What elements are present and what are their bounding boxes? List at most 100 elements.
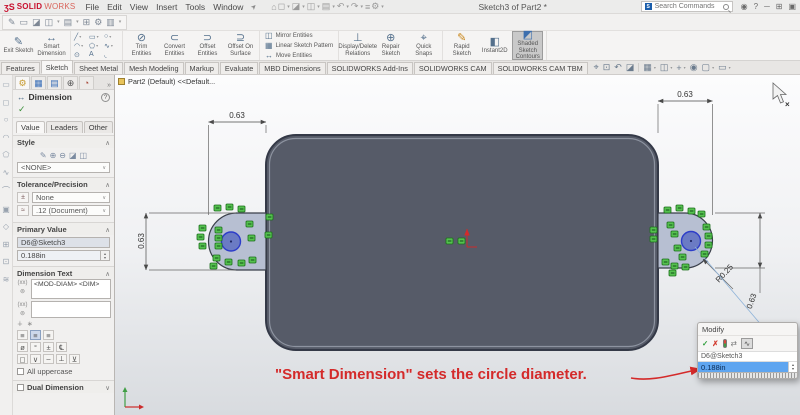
search-input[interactable]	[655, 3, 720, 10]
options-gear-icon[interactable]: ⚙	[371, 1, 379, 12]
square-symbol-button[interactable]: ◻	[17, 354, 28, 364]
point-tool[interactable]: ⊙	[74, 51, 89, 59]
text-tool[interactable]: A	[89, 51, 104, 58]
tab-dimxpert-manager[interactable]: ▤	[47, 76, 62, 89]
tab-sheet-metal[interactable]: Sheet Metal	[74, 62, 123, 74]
chevron-down-icon[interactable]: ▾	[381, 4, 384, 10]
save-as-icon[interactable]: ◫	[45, 17, 54, 28]
cascade-windows-icon[interactable]: ▣	[788, 2, 796, 11]
collapse-chevron-icon[interactable]: ∧	[105, 181, 110, 189]
justify-right-button[interactable]: ≡	[43, 330, 54, 340]
rebuild-icon[interactable]	[723, 339, 727, 348]
properties-icon[interactable]: ≡	[365, 2, 370, 12]
all-uppercase-checkbox[interactable]	[17, 368, 24, 375]
chevron-down-icon[interactable]: ▾	[670, 65, 672, 70]
view-settings-icon[interactable]: ▥	[106, 17, 115, 28]
modify-dialog[interactable]: Modify ✓ ✗ ⇄ ∿ D6@Sketch3 0.188in ▴ ▾	[697, 322, 798, 379]
apply-scene-icon[interactable]: ▢	[702, 62, 711, 73]
print-icon[interactable]: ▤	[322, 1, 331, 12]
style-load-icon[interactable]: ◫	[80, 151, 88, 160]
side-tool-icon[interactable]: ∿	[3, 168, 10, 177]
counterbore-symbol-button[interactable]: ⌣	[43, 354, 54, 364]
dimension-text-section-header[interactable]: Dimension Text ∧	[13, 266, 114, 279]
chevron-down-icon[interactable]: ▾	[76, 19, 79, 25]
style-save-icon[interactable]: ◪	[69, 151, 77, 160]
search-commands-box[interactable]: S	[641, 1, 733, 12]
instant2d-button[interactable]: ◧ Instant2D	[479, 31, 510, 60]
line-tool[interactable]: ╱▾	[74, 33, 89, 41]
window-layout-icon[interactable]: ⊞	[776, 2, 783, 11]
previous-view-icon[interactable]: ↶	[614, 62, 622, 73]
dimension-value-field[interactable]: 0.188in	[17, 250, 101, 261]
move-entities-button[interactable]: ↔Move Entities	[265, 51, 333, 60]
dimension-text-input[interactable]: <MOD-DIAM> <DIM>	[31, 279, 111, 299]
style-new-icon[interactable]: ✎	[40, 151, 47, 160]
modify-value-spinner[interactable]: ▴ ▾	[788, 362, 797, 372]
repair-sketch-button[interactable]: ⊕ Repair Sketch	[375, 31, 406, 60]
tab-evaluate[interactable]: Evaluate	[220, 62, 258, 74]
undo-icon[interactable]: ↶	[337, 1, 345, 12]
redo-icon[interactable]: ↷	[351, 1, 359, 12]
plus-minus-symbol-button[interactable]: ±	[43, 342, 54, 352]
countersink-symbol-button[interactable]: ∨	[30, 354, 41, 364]
tab-property-manager[interactable]: ⚙	[15, 76, 30, 89]
style-add-icon[interactable]: ⊕	[50, 151, 57, 160]
modify-value-input[interactable]: 0.188in	[698, 362, 788, 372]
dimension-text-secondary-input[interactable]	[31, 301, 111, 318]
search-icon[interactable]	[723, 4, 729, 10]
tab-features[interactable]: Features	[1, 62, 40, 74]
smart-dimension-button[interactable]: ↔ Smart Dimension	[36, 31, 67, 60]
tab-overflow-icon[interactable]: »	[107, 82, 112, 89]
circle-tool[interactable]: ○▾	[104, 33, 119, 40]
exit-sketch-button[interactable]: ✎ Exit Sketch	[3, 31, 34, 60]
chevron-down-icon[interactable]: ▾	[57, 19, 60, 25]
precision-dropdown[interactable]: .12 (Document) ∨	[32, 205, 110, 216]
dual-dimension-checkbox[interactable]	[17, 384, 24, 391]
open-recent-icon[interactable]: ◪	[32, 17, 41, 28]
menu-insert[interactable]: Insert	[152, 2, 181, 12]
side-tool-icon[interactable]: ≋	[3, 275, 10, 284]
dual-dimension-section-header[interactable]: Dual Dimension ∨	[13, 380, 114, 393]
home-icon[interactable]: ⌂	[271, 2, 276, 12]
menu-tools[interactable]: Tools	[181, 2, 209, 12]
side-tool-icon[interactable]: ◇	[3, 222, 9, 231]
chevron-down-icon[interactable]: ▾	[654, 65, 656, 70]
degree-symbol-button[interactable]: °	[30, 342, 41, 352]
add-star-icon[interactable]: ∗	[27, 320, 33, 328]
rapid-sketch-button[interactable]: ✎ Rapid Sketch	[446, 31, 477, 60]
tab-other[interactable]: Other	[84, 121, 113, 133]
zoom-to-area-icon[interactable]: ⊡	[603, 62, 611, 73]
pin-menu-icon[interactable]: ➤	[249, 2, 259, 12]
fillet-tool[interactable]: ◟	[104, 51, 119, 59]
linear-sketch-pattern-button[interactable]: ▦Linear Sketch Pattern	[265, 41, 333, 50]
hide-show-items-icon[interactable]: +	[676, 63, 681, 73]
print-preview-icon[interactable]: ▤	[64, 17, 73, 28]
menu-file[interactable]: File	[81, 2, 103, 12]
polygon-tool[interactable]: ⬠▾	[89, 42, 104, 50]
justify-center-button[interactable]: ≡	[30, 330, 41, 340]
dimension-right-height[interactable]: 0.63	[715, 213, 765, 310]
side-tool-icon[interactable]: ⊡	[3, 257, 10, 266]
help-icon[interactable]: ?	[101, 93, 110, 102]
dimension-left-width[interactable]: 0.63	[209, 111, 267, 215]
minimize-icon[interactable]: ─	[764, 2, 770, 11]
display-delete-relations-button[interactable]: ⊥ Display/Delete Relations	[342, 31, 373, 60]
diameter-symbol-button[interactable]: ø	[17, 342, 28, 352]
chevron-down-icon[interactable]: ▾	[111, 43, 113, 48]
chevron-down-icon[interactable]: ▾	[346, 4, 349, 10]
side-tool-icon[interactable]: ⊞	[3, 240, 10, 249]
tab-display-manager[interactable]: ⊕	[63, 76, 78, 89]
chevron-down-icon[interactable]: ▾	[96, 43, 98, 48]
chevron-down-icon[interactable]: ▾	[109, 34, 111, 39]
justify-left-button[interactable]: ≡	[17, 330, 28, 340]
style-dropdown[interactable]: <NONE> ∨	[17, 162, 110, 173]
dimension-label[interactable]: 0.63	[677, 90, 693, 99]
help-icon[interactable]: ?	[754, 2, 758, 11]
side-tool-icon[interactable]: ◻	[3, 98, 10, 107]
tolerance-type-dropdown[interactable]: None ∨	[32, 192, 110, 203]
value-spinner[interactable]: ▴ ▾	[101, 250, 110, 261]
chevron-down-icon[interactable]: ▾	[332, 4, 335, 10]
quick-snaps-button[interactable]: ⌖ Quick Snaps	[408, 31, 439, 60]
side-tool-icon[interactable]: ▣	[2, 205, 10, 214]
view-settings-icon[interactable]: ▭	[718, 62, 727, 73]
